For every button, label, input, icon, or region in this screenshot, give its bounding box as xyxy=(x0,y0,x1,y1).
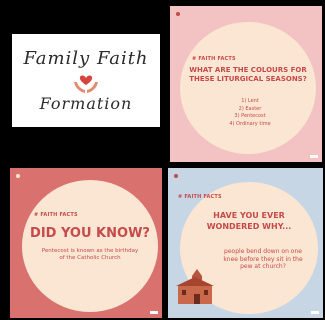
liturgical-seasons-card[interactable]: # FAITH FACTS WHAT ARE THE COLOURS FOR T… xyxy=(170,6,322,162)
wondered-why-card[interactable]: # FAITH FACTS HAVE YOU EVER WONDERED WHY… xyxy=(168,168,323,318)
season-item: 2) Easter xyxy=(238,105,262,112)
card-tag: # FAITH FACTS xyxy=(192,56,236,62)
logo-line-2: Formation xyxy=(39,94,133,113)
family-faith-formation-logo-tile[interactable]: Family Faith Formation xyxy=(12,34,160,127)
season-item: 4) Ordinary time xyxy=(229,120,271,127)
card-body: Pentecost is known as the birthday of th… xyxy=(41,248,139,261)
church-icon xyxy=(176,269,214,304)
corner-badge xyxy=(311,311,319,314)
card-body: people bend down on one knee before they… xyxy=(223,248,303,270)
card-headline: DID YOU KNOW? xyxy=(30,226,150,241)
card-logo-icon xyxy=(16,174,21,178)
card-headline: HAVE YOU EVER WONDERED WHY... xyxy=(206,211,292,231)
card-blob xyxy=(180,22,316,154)
card-blob xyxy=(22,180,158,312)
seasons-list: 1) Lent 2) Easter 3) Pentecost 4) Ordina… xyxy=(210,98,290,128)
card-tag: # FAITH FACTS xyxy=(178,194,222,200)
card-logo-icon xyxy=(174,174,179,178)
card-logo-icon xyxy=(176,12,181,16)
season-item: 1) Lent xyxy=(241,98,259,104)
corner-badge xyxy=(310,155,318,158)
season-item: 3) Pentecost xyxy=(234,113,266,119)
card-headline: WHAT ARE THE COLOURS FOR THESE LITURGICA… xyxy=(189,66,307,83)
card-tag: # FAITH FACTS xyxy=(34,212,78,218)
corner-badge xyxy=(150,311,158,314)
hands-heart-icon xyxy=(74,75,98,93)
did-you-know-card[interactable]: # FAITH FACTS DID YOU KNOW? Pentecost is… xyxy=(10,168,162,318)
logo-line-1: Family Faith xyxy=(23,48,149,69)
